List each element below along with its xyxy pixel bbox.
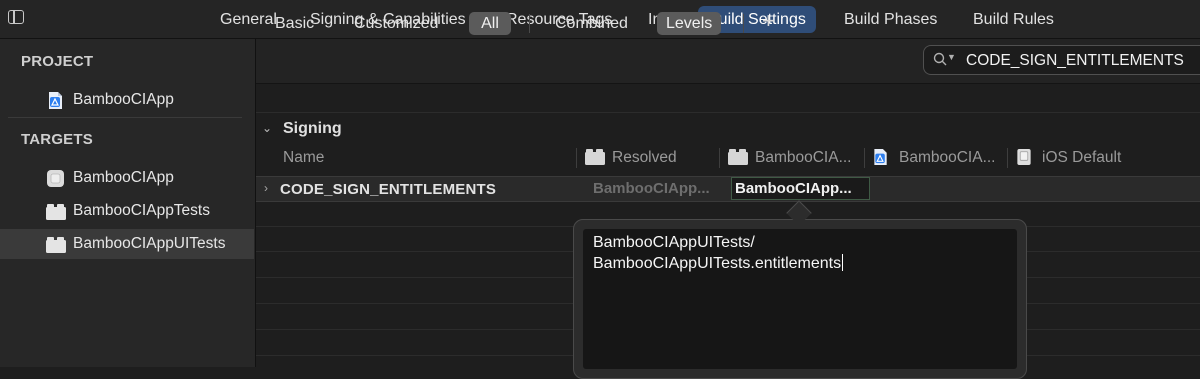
tab-build-phases[interactable]: Build Phases bbox=[834, 6, 947, 33]
column-name: Name bbox=[283, 149, 325, 166]
divider bbox=[576, 148, 577, 168]
target-value[interactable]: BambooCIApp... bbox=[735, 180, 852, 197]
sidebar-item-target-app[interactable]: BambooCIApp bbox=[0, 163, 254, 193]
setting-name: CODE_SIGN_ENTITLEMENTS bbox=[280, 181, 497, 198]
sidebar-item-target-tests[interactable]: BambooCIAppTests bbox=[0, 196, 254, 226]
sidebar-item-project[interactable]: BambooCIApp bbox=[0, 85, 254, 115]
sidebar-item-label: BambooCIAppUITests bbox=[73, 235, 226, 252]
target-bundle-icon bbox=[46, 204, 66, 220]
sidebar-toggle-icon[interactable] bbox=[8, 10, 24, 24]
filter-levels-button[interactable]: Levels bbox=[657, 12, 722, 35]
chevron-down-icon[interactable]: ▼ bbox=[947, 52, 956, 62]
column-target: BambooCIA... bbox=[755, 149, 852, 166]
divider bbox=[743, 14, 744, 33]
targets-header: TARGETS bbox=[21, 131, 93, 148]
column-ios-default: iOS Default bbox=[1042, 149, 1122, 166]
section-title[interactable]: Signing bbox=[283, 120, 342, 138]
column-resolved: Resolved bbox=[612, 149, 677, 166]
sidebar: PROJECT BambooCIApp TARGETS BambooCIApp … bbox=[0, 39, 256, 367]
search-icon[interactable] bbox=[933, 52, 947, 66]
sidebar-item-target-uitests[interactable]: BambooCIAppUITests bbox=[0, 229, 254, 259]
search-input[interactable]: CODE_SIGN_ENTITLEMENTS bbox=[966, 52, 1184, 70]
target-bundle-icon bbox=[46, 237, 66, 253]
app-target-icon bbox=[47, 170, 64, 187]
divider bbox=[529, 14, 530, 33]
chevron-down-icon[interactable]: ⌄ bbox=[262, 121, 272, 135]
filter-customized-button[interactable]: Customized bbox=[345, 12, 447, 35]
chevron-right-icon[interactable]: › bbox=[264, 181, 268, 195]
target-bundle-icon bbox=[585, 149, 605, 165]
tab-build-rules[interactable]: Build Rules bbox=[963, 6, 1064, 33]
filter-basic-button[interactable]: Basic bbox=[266, 12, 323, 35]
resolved-value: BambooCIApp... bbox=[593, 180, 710, 197]
divider bbox=[864, 148, 865, 168]
divider bbox=[256, 112, 1200, 113]
app-project-icon bbox=[49, 92, 62, 109]
filter-combined-button[interactable]: Combined bbox=[546, 12, 637, 35]
column-project: BambooCIA... bbox=[899, 149, 996, 166]
add-setting-button[interactable]: + bbox=[762, 8, 775, 34]
app-project-icon bbox=[874, 148, 887, 166]
filter-all-button[interactable]: All bbox=[469, 12, 511, 35]
editor-line[interactable]: BambooCIAppUITests/ bbox=[593, 234, 755, 252]
project-header: PROJECT bbox=[21, 53, 94, 70]
editor-line-current[interactable]: BambooCIAppUITests.entitlements bbox=[593, 254, 844, 273]
sidebar-item-label: BambooCIApp bbox=[73, 91, 174, 108]
sidebar-item-label: BambooCIApp bbox=[73, 169, 174, 186]
divider bbox=[8, 117, 242, 118]
sidebar-item-label: BambooCIAppTests bbox=[73, 202, 210, 219]
text-cursor bbox=[842, 254, 844, 271]
target-bundle-icon bbox=[728, 149, 748, 165]
divider bbox=[1007, 148, 1008, 168]
editor-line-text[interactable]: BambooCIAppUITests.entitlements bbox=[593, 255, 841, 272]
divider bbox=[719, 148, 720, 168]
default-settings-icon bbox=[1017, 148, 1031, 166]
